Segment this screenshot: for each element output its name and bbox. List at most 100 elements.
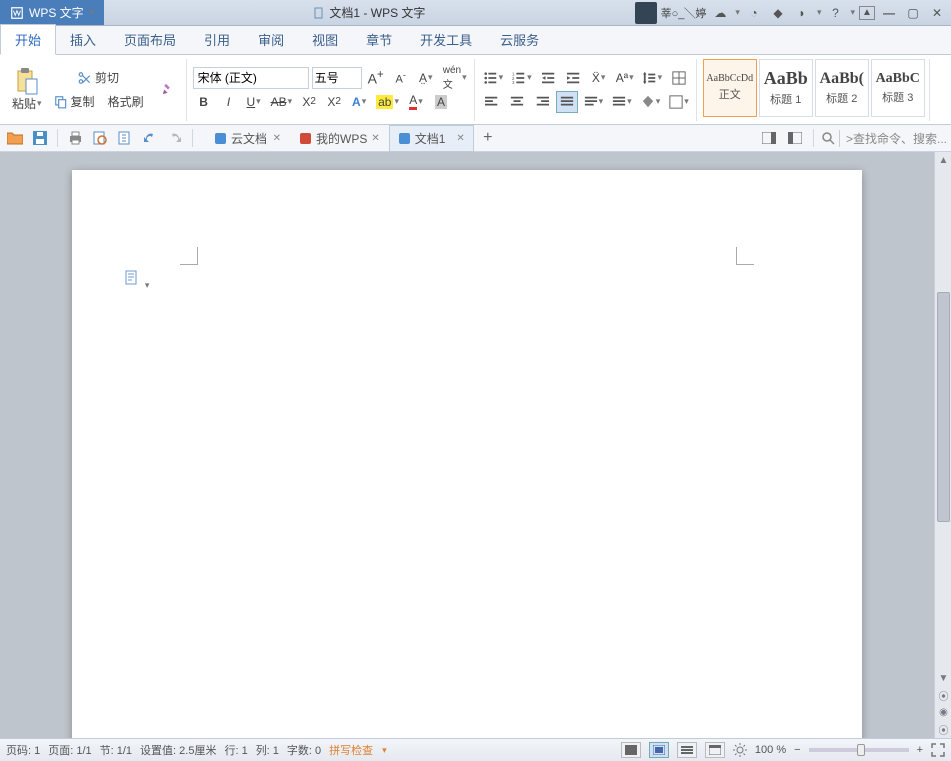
doc-tab-close-icon[interactable]: ✕ (273, 133, 281, 144)
align-left-button[interactable] (481, 91, 503, 113)
status-column[interactable]: 列: 1 (256, 742, 279, 758)
phonetic-guide-button[interactable]: wén文▾ (440, 67, 470, 89)
maximize-button[interactable]: ▢ (903, 3, 923, 23)
browse-object-button[interactable]: ◉ (935, 704, 951, 721)
paste-dropdown-icon[interactable]: ▾ (37, 98, 42, 109)
menu-tab-3[interactable]: 引用 (190, 25, 244, 54)
view-fullscreen-button[interactable] (621, 742, 641, 758)
status-page-number[interactable]: 页码: 1 (6, 742, 40, 758)
align-right-button[interactable] (531, 91, 553, 113)
menu-tab-0[interactable]: 开始 (0, 24, 56, 55)
doc-tab-1[interactable]: 我的WPS✕ (290, 125, 389, 152)
superscript-button[interactable]: X2 (298, 91, 320, 113)
doc-tab-0[interactable]: 云文档✕ (205, 125, 290, 152)
new-tab-button[interactable]: + (477, 127, 499, 149)
italic-button[interactable]: I (218, 91, 240, 113)
status-line[interactable]: 行: 1 (224, 742, 247, 758)
menu-tab-7[interactable]: 开发工具 (406, 25, 486, 54)
help-icon[interactable]: ? (825, 3, 845, 23)
chat-icon[interactable]: ☁ (710, 3, 730, 23)
menu-tab-8[interactable]: 云服务 (486, 25, 553, 54)
shrink-font-button[interactable]: A- (390, 67, 412, 89)
scroll-up-button[interactable]: ▲ (935, 152, 951, 169)
align-distribute-button[interactable]: ▾ (581, 91, 607, 113)
format-brush-big[interactable] (152, 66, 182, 114)
document-viewport[interactable]: ▾ (0, 152, 934, 738)
menu-tab-5[interactable]: 视图 (298, 25, 352, 54)
menu-tab-6[interactable]: 章节 (352, 25, 406, 54)
doc-tab-close-icon[interactable]: ✕ (456, 133, 464, 144)
paragraph-marker-icon[interactable]: ▾ (124, 270, 149, 291)
menu-tab-2[interactable]: 页面布局 (110, 25, 190, 54)
line-spacing-button[interactable]: ▾ (640, 67, 666, 89)
zoom-slider[interactable] (809, 748, 909, 752)
decrease-indent-button[interactable] (538, 67, 560, 89)
minimize-button[interactable]: — (879, 3, 899, 23)
underline-button[interactable]: U▾ (243, 91, 265, 113)
font-size-select[interactable] (312, 67, 362, 89)
vertical-scrollbar[interactable]: ▲ ▼ ⦿ ◉ ⦿ (934, 152, 951, 738)
document-page[interactable]: ▾ (72, 170, 862, 738)
status-spell-dropdown-icon[interactable]: ▾ (382, 745, 387, 756)
menu-tab-4[interactable]: 审阅 (244, 25, 298, 54)
zoom-in-button[interactable]: + (917, 744, 923, 756)
font-color-button[interactable]: A▾ (405, 91, 427, 113)
cut-button[interactable]: 剪切 (49, 67, 149, 89)
view-nav-button[interactable] (784, 127, 806, 149)
text-effects-button[interactable]: A▾ (348, 91, 370, 113)
format-painter-button[interactable]: 格式刷 (103, 91, 149, 113)
change-case-button[interactable]: A̤▾ (415, 67, 437, 89)
scroll-thumb[interactable] (937, 292, 950, 522)
zoom-slider-handle[interactable] (857, 744, 865, 756)
copy-button[interactable]: 复制 (49, 91, 100, 113)
view-outline-button[interactable] (677, 742, 697, 758)
paste-quick-button[interactable] (114, 127, 136, 149)
skin-icon[interactable]: ◆ (768, 3, 788, 23)
status-word-count[interactable]: 字数: 0 (287, 742, 321, 758)
tabs-button[interactable]: ▾ (666, 91, 692, 113)
increase-indent-button[interactable] (563, 67, 585, 89)
subscript-button[interactable]: X2 (323, 91, 345, 113)
brightness-icon[interactable] (733, 743, 747, 757)
print-button[interactable] (64, 127, 86, 149)
view-side-button[interactable] (758, 127, 780, 149)
menu-tab-1[interactable]: 插入 (56, 25, 110, 54)
bold-button[interactable]: B (193, 91, 215, 113)
status-page[interactable]: 页面: 1/1 (48, 742, 91, 758)
open-button[interactable] (4, 127, 26, 149)
sync-icon[interactable]: ◔ (744, 3, 764, 23)
view-web-layout-button[interactable] (705, 742, 725, 758)
borders-button[interactable] (668, 67, 690, 89)
close-button[interactable]: ✕ (927, 3, 947, 23)
font-family-select[interactable] (193, 67, 309, 89)
doc-tab-2[interactable]: 文档1✕ (389, 125, 474, 152)
style-标题 2[interactable]: AaBb(标题 2 (815, 59, 869, 117)
chat-dropdown-icon[interactable]: ▾ (735, 7, 740, 18)
status-position[interactable]: 设置值: 2.5厘米 (140, 742, 216, 758)
save-button[interactable] (29, 127, 51, 149)
help-dropdown-icon[interactable]: ▾ (850, 7, 855, 18)
collapse-ribbon-icon[interactable]: ▲ (859, 6, 875, 20)
style-标题 3[interactable]: AaBbC标题 3 (871, 59, 925, 117)
status-section[interactable]: 节: 1/1 (100, 742, 132, 758)
fit-screen-icon[interactable] (931, 743, 945, 757)
grow-font-button[interactable]: A+ (365, 67, 387, 89)
status-spell-check[interactable]: 拼写检查 (329, 742, 373, 758)
undo-button[interactable] (139, 127, 161, 149)
numbering-button[interactable]: 123▾ (509, 67, 535, 89)
highlight-button[interactable]: ab▾ (373, 91, 402, 113)
user-name[interactable]: 莘○_╲婷 (661, 5, 707, 21)
dashboard-icon[interactable]: ◗ (792, 3, 812, 23)
zoom-level[interactable]: 100 % (755, 744, 786, 756)
dashboard-dropdown-icon[interactable]: ▾ (817, 7, 822, 18)
prev-page-button[interactable]: ⦿ (935, 687, 951, 704)
char-spacing-button[interactable]: Ẍ▾ (588, 67, 610, 89)
command-search[interactable]: >查找命令、搜索... (839, 130, 947, 147)
zoom-out-button[interactable]: − (794, 744, 800, 756)
paste-button[interactable]: 粘贴▾ (8, 63, 46, 116)
marker-dropdown-icon[interactable]: ▾ (145, 280, 150, 290)
app-menu-dropdown-icon[interactable]: ▾ (90, 7, 95, 18)
style-正文[interactable]: AaBbCcDd正文 (703, 59, 757, 117)
align-center-button[interactable] (506, 91, 528, 113)
view-print-layout-button[interactable] (649, 742, 669, 758)
